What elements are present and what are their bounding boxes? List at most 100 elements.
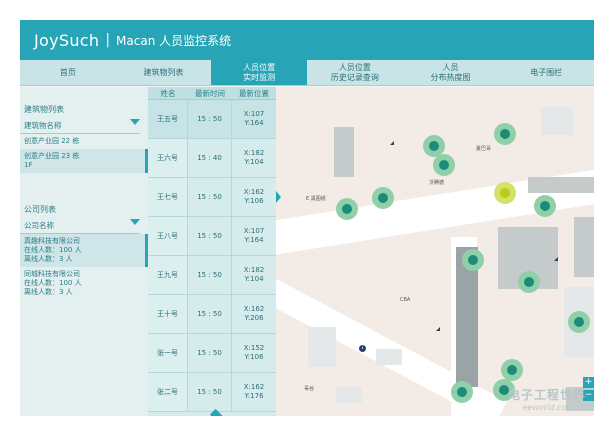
building-name-select[interactable]: 建筑物名称 bbox=[20, 118, 140, 134]
nav-heatmap[interactable]: 人员 分布热度图 bbox=[403, 60, 499, 85]
person-time: 15 : 50 bbox=[188, 334, 232, 372]
company-offline-count: 离线人数：3 人 bbox=[24, 288, 73, 296]
person-time: 15 : 50 bbox=[188, 178, 232, 216]
person-time: 15 : 50 bbox=[188, 256, 232, 294]
landmark-icon bbox=[554, 257, 558, 261]
building-item-selected[interactable]: 创意产业园 23 栋 1F bbox=[20, 149, 148, 173]
person-position: X:107 Y:164 bbox=[232, 100, 276, 138]
col-position-header: 最新位置 bbox=[239, 88, 269, 98]
col-time-header: 最新时间 bbox=[195, 88, 225, 98]
person-position: X:182 Y:104 bbox=[243, 266, 265, 283]
poi-label: 夏巴哥 bbox=[476, 146, 492, 152]
person-marker[interactable] bbox=[336, 198, 358, 220]
floor-map[interactable]: 夏巴哥 沃腾德 E 黑图纸 CBA 毒谷 i + − 电子工程世界 eeworl… bbox=[276, 87, 594, 416]
person-name: 王八号 bbox=[148, 217, 188, 255]
map-building bbox=[336, 387, 362, 403]
info-icon[interactable]: i bbox=[359, 345, 366, 352]
person-time: 15 : 50 bbox=[188, 217, 232, 255]
person-marker[interactable] bbox=[433, 154, 455, 176]
map-building bbox=[541, 107, 573, 135]
person-marker[interactable] bbox=[462, 249, 484, 271]
company-name-select[interactable]: 公司名称 bbox=[20, 218, 140, 234]
chevron-down-icon bbox=[130, 219, 140, 225]
person-name: 张一号 bbox=[148, 334, 188, 372]
collapse-panel-arrow-icon[interactable] bbox=[276, 191, 281, 203]
table-header: 姓名 最新时间 最新位置 bbox=[148, 87, 276, 100]
nav-realtime-location[interactable]: 人员位置 实时监测 bbox=[211, 60, 308, 85]
person-marker[interactable] bbox=[534, 195, 556, 217]
person-time: 15 : 50 bbox=[188, 373, 232, 411]
table-row[interactable]: 王七号 15 : 50 X:162 Y:106 bbox=[148, 178, 276, 217]
app-frame: JoySuch | Macan 人员监控系统 首页 建筑物列表 人员位置 实时监… bbox=[20, 20, 594, 416]
poi-label: CBA bbox=[400, 297, 411, 303]
map-building bbox=[376, 349, 402, 365]
main-nav: 首页 建筑物列表 人员位置 实时监测 人员位置 历史记录查询 人员 分布热度图 … bbox=[20, 60, 594, 86]
nav-home[interactable]: 首页 bbox=[20, 60, 116, 85]
person-time: 15 : 50 bbox=[188, 100, 232, 138]
table-row[interactable]: 张一号 15 : 50 X:152 Y:106 bbox=[148, 334, 276, 373]
person-marker[interactable] bbox=[518, 271, 540, 293]
landmark-icon bbox=[390, 141, 394, 145]
nav-geofence[interactable]: 电子围栏 bbox=[498, 60, 594, 85]
person-name: 王十号 bbox=[148, 295, 188, 333]
building-list-title: 建筑物列表 bbox=[24, 105, 64, 114]
company-offline-count: 离线人数：3 人 bbox=[24, 255, 73, 263]
nav-building-list[interactable]: 建筑物列表 bbox=[116, 60, 212, 85]
person-position: X:107 Y:164 bbox=[243, 227, 265, 244]
table-row[interactable]: 王六号 15 : 40 X:182 Y:104 bbox=[148, 139, 276, 178]
person-position: X:162 Y:106 bbox=[243, 188, 265, 205]
watermark-title: 电子工程世界 bbox=[507, 388, 586, 402]
company-item-selected[interactable]: 真趣科技有限公司 在线人数：100 人 离线人数：3 人 bbox=[20, 234, 148, 267]
person-name: 王九号 bbox=[148, 256, 188, 294]
building-select-label: 建筑物名称 bbox=[24, 121, 62, 130]
poi-label: 沃腾德 bbox=[429, 180, 445, 186]
watermark-url: eeworld.com.cn bbox=[522, 403, 586, 412]
company-name: 同城科技有限公司 bbox=[24, 270, 80, 278]
table-row[interactable]: 王十号 15 : 50 X:162 Y:206 bbox=[148, 295, 276, 334]
person-time: 15 : 40 bbox=[188, 139, 232, 177]
nav-history-query[interactable]: 人员位置 历史记录查询 bbox=[307, 60, 403, 85]
table-row[interactable]: 张二号 15 : 50 X:162 Y:176 bbox=[148, 373, 276, 412]
map-building bbox=[308, 327, 336, 367]
map-building bbox=[528, 177, 594, 193]
person-name: 王七号 bbox=[148, 178, 188, 216]
table-row[interactable]: 王八号 15 : 50 X:107 Y:164 bbox=[148, 217, 276, 256]
map-building bbox=[574, 217, 594, 277]
app-header: JoySuch | Macan 人员监控系统 bbox=[20, 20, 594, 60]
floor-item-label: 1F bbox=[24, 161, 33, 169]
poi-label: 毒谷 bbox=[304, 386, 315, 392]
poi-label: E 黑图纸 bbox=[306, 196, 326, 202]
company-name: 真趣科技有限公司 bbox=[24, 237, 80, 245]
sidebar: 建筑物列表 建筑物名称 创意产业园 22 栋 创意产业园 23 栋 1F 公司列… bbox=[20, 87, 148, 416]
building-item[interactable]: 创意产业园 22 栋 bbox=[20, 134, 148, 149]
person-name: 王六号 bbox=[148, 139, 188, 177]
person-position: X:182 Y:104 bbox=[243, 149, 265, 166]
col-name-header: 姓名 bbox=[160, 88, 176, 98]
company-select-label: 公司名称 bbox=[24, 221, 54, 230]
brand-logo: JoySuch bbox=[34, 30, 100, 50]
person-marker[interactable] bbox=[494, 123, 516, 145]
logo-divider: | bbox=[105, 32, 111, 48]
company-online-count: 在线人数：100 人 bbox=[24, 279, 82, 287]
table-row[interactable]: 王五号 15 : 50 X:107 Y:164 bbox=[148, 100, 276, 139]
company-item[interactable]: 同城科技有限公司 在线人数：100 人 离线人数：3 人 bbox=[20, 267, 148, 300]
personnel-table: 姓名 最新时间 最新位置 王五号 15 : 50 X:107 Y:164 王六号… bbox=[148, 87, 276, 416]
person-position: X:162 Y:206 bbox=[243, 305, 265, 322]
system-title: Macan 人员监控系统 bbox=[116, 33, 232, 48]
person-time: 15 : 50 bbox=[188, 295, 232, 333]
person-marker-selected[interactable] bbox=[494, 182, 516, 204]
company-list-title: 公司列表 bbox=[24, 205, 56, 214]
company-online-count: 在线人数：100 人 bbox=[24, 246, 82, 254]
landmark-icon bbox=[436, 327, 440, 331]
table-row[interactable]: 王九号 15 : 50 X:182 Y:104 bbox=[148, 256, 276, 295]
person-name: 张二号 bbox=[148, 373, 188, 411]
chevron-down-icon bbox=[130, 119, 140, 125]
person-position: X:152 Y:106 bbox=[243, 344, 265, 361]
watermark: 电子工程世界 eeworld.com.cn bbox=[508, 386, 586, 412]
person-marker[interactable] bbox=[568, 311, 590, 333]
person-name: 王五号 bbox=[148, 100, 188, 138]
person-position: X:162 Y:176 bbox=[243, 383, 265, 400]
person-marker[interactable] bbox=[501, 359, 523, 381]
person-marker[interactable] bbox=[451, 381, 473, 403]
person-marker[interactable] bbox=[372, 187, 394, 209]
